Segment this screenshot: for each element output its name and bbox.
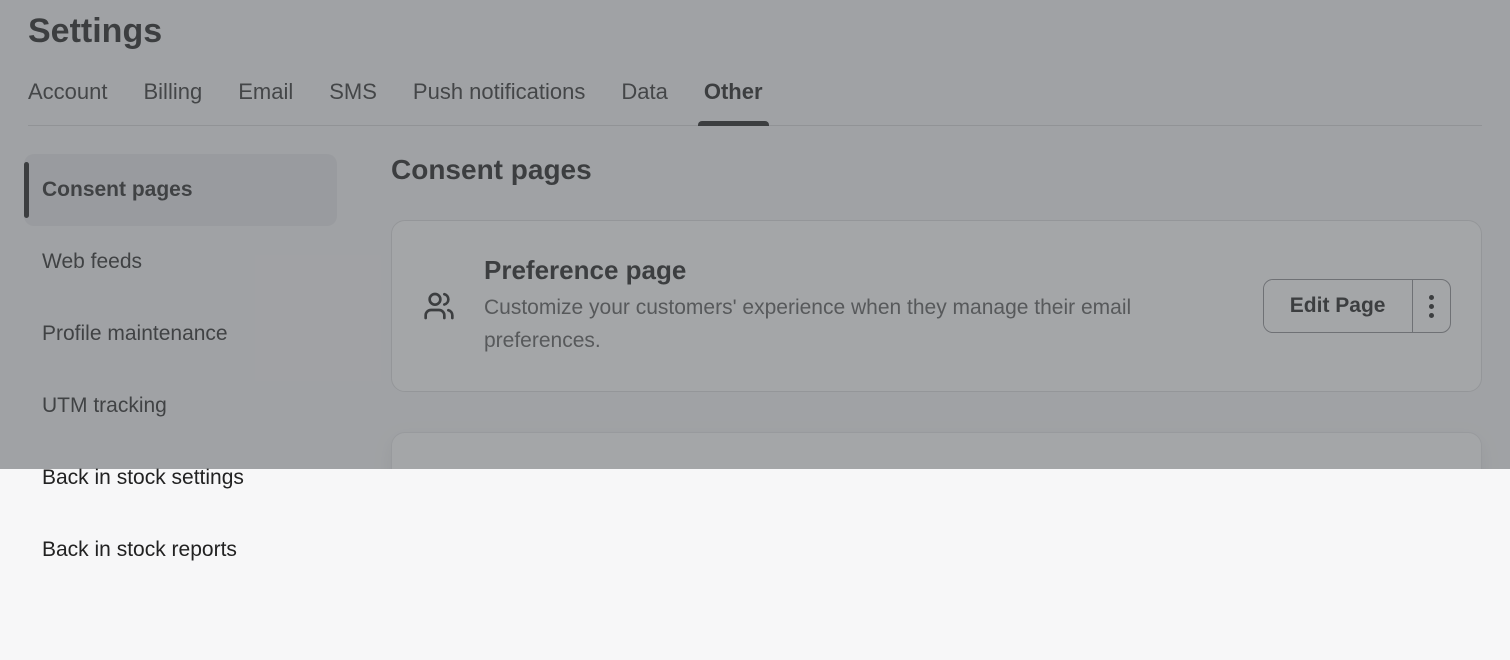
vertical-dots-icon <box>1429 295 1434 318</box>
sidebar-item-utm-tracking[interactable]: UTM tracking <box>24 370 337 442</box>
sidebar-item-web-feeds[interactable]: Web feeds <box>24 226 337 298</box>
sidebar-item-back-in-stock-settings[interactable]: Back in stock settings <box>24 442 337 514</box>
more-actions-button[interactable] <box>1413 280 1450 332</box>
card-preference-page: Preference page Customize your customers… <box>391 220 1482 392</box>
section-title: Consent pages <box>391 154 1482 186</box>
card-title: Preference page <box>484 255 1235 286</box>
sidebar-item-consent-pages[interactable]: Consent pages <box>24 154 337 226</box>
tab-account[interactable]: Account <box>28 79 108 125</box>
tab-data[interactable]: Data <box>621 79 667 125</box>
sidebar-item-back-in-stock-reports[interactable]: Back in stock reports <box>24 514 337 586</box>
tab-sms[interactable]: SMS <box>329 79 377 125</box>
tab-email[interactable]: Email <box>238 79 293 125</box>
users-icon <box>422 290 456 322</box>
edit-page-button[interactable]: Edit Page <box>1264 280 1412 332</box>
tab-other[interactable]: Other <box>704 79 763 125</box>
tab-billing[interactable]: Billing <box>144 79 203 125</box>
sidebar-item-profile-maintenance[interactable]: Profile maintenance <box>24 298 337 370</box>
card-description: Customize your customers' experience whe… <box>484 292 1235 357</box>
page-title: Settings <box>28 12 1482 51</box>
tab-push-notifications[interactable]: Push notifications <box>413 79 585 125</box>
sidebar-nav: Consent pages Web feeds Profile maintena… <box>24 154 337 612</box>
tabs-nav: Account Billing Email SMS Push notificat… <box>28 79 1482 126</box>
undimmed-region <box>367 469 1510 660</box>
